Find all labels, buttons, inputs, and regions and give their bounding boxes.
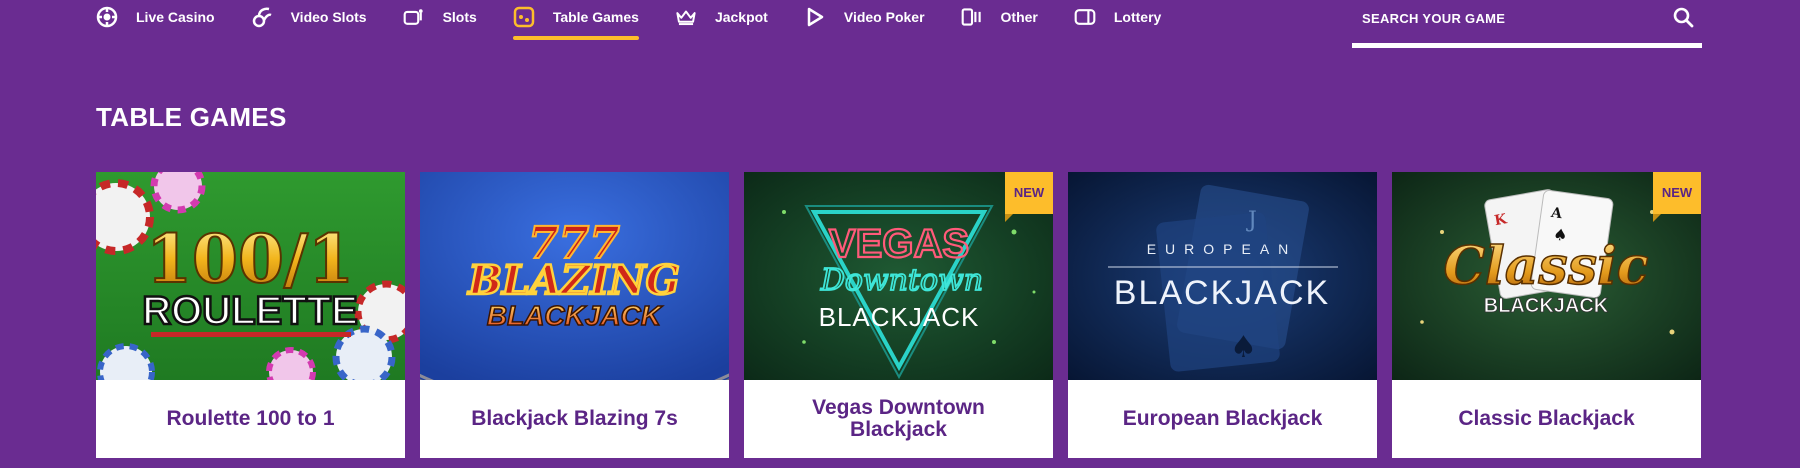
game-title: Roulette 100 to 1: [166, 407, 335, 430]
other-icon: [961, 6, 983, 28]
page-title: TABLE GAMES: [96, 102, 287, 132]
nav-item-slots[interactable]: Slots: [403, 0, 477, 34]
game-title: European Blackjack: [1122, 407, 1323, 430]
nav-item-jackpot[interactable]: Jackpot: [675, 0, 768, 34]
nav-item-other[interactable]: Other: [961, 0, 1038, 34]
category-nav: Live Casino Video Slots Slots Table Game…: [96, 0, 1197, 40]
play-icon: [804, 6, 826, 28]
table-games-icon: [513, 6, 535, 28]
game-thumbnail: 777 BLAZING BLACKJACK: [420, 172, 729, 380]
nav-item-live-casino[interactable]: Live Casino: [96, 0, 215, 34]
search-bar: [1352, 0, 1702, 48]
slots-icon: [403, 6, 425, 28]
art-text: VEGAS: [829, 222, 969, 266]
art-text: BLACKJACK: [1114, 274, 1330, 312]
svg-text:J: J: [1246, 208, 1257, 233]
nav-label: Jackpot: [714, 9, 768, 25]
game-title: Classic Blackjack: [1458, 407, 1635, 430]
nav-label: Lottery: [1113, 9, 1162, 25]
nav-label: Video Slots: [290, 9, 367, 25]
search-input[interactable]: [1362, 6, 1662, 30]
art-text: Downtown: [820, 263, 983, 298]
search-icon[interactable]: [1672, 6, 1694, 28]
video-slots-icon: [251, 6, 273, 28]
nav-label: Video Poker: [843, 9, 925, 25]
art-text: BLACKJACK: [1484, 295, 1609, 317]
game-thumbnail: VEGAS Downtown BLACKJACK NEW: [744, 172, 1053, 380]
nav-label: Other: [1000, 9, 1038, 25]
nav-label: Slots: [442, 9, 477, 25]
crown-icon: [675, 6, 697, 28]
game-thumbnail: J ♠ EUROPEAN BLACKJACK: [1068, 172, 1377, 380]
art-text: BLACKJACK: [819, 302, 980, 332]
art-text: EUROPEAN: [1147, 241, 1298, 257]
game-thumbnail: 100/1 ROULETTE: [96, 172, 405, 380]
nav-label: Table Games: [552, 9, 639, 25]
live-casino-icon: [96, 6, 118, 28]
art-text: BLAZING: [467, 257, 680, 304]
new-badge: NEW: [1653, 172, 1701, 222]
art-text: BLACKJACK: [487, 300, 663, 331]
new-badge: NEW: [1005, 172, 1053, 222]
nav-item-table-games[interactable]: Table Games: [512, 0, 640, 40]
nav-label: Live Casino: [136, 9, 215, 25]
game-title: Vegas Downtown Blackjack: [812, 396, 985, 441]
game-card[interactable]: 100/1 ROULETTE Roulette 100 to 1: [96, 172, 405, 458]
game-title: Blackjack Blazing 7s: [471, 407, 678, 430]
game-card[interactable]: J ♠ EUROPEAN BLACKJACK European Blackjac…: [1068, 172, 1377, 458]
art-text: 100/1: [146, 220, 354, 298]
nav-item-video-slots[interactable]: Video Slots: [251, 0, 367, 34]
game-thumbnail: K A ♠ Classic BLACKJACK NEW: [1392, 172, 1701, 380]
game-grid: 100/1 ROULETTE Roulette 100 to 1 777 BLA…: [96, 172, 1701, 458]
lottery-icon: [1074, 6, 1096, 28]
art-text: Classic: [1444, 236, 1649, 297]
game-card[interactable]: 777 BLAZING BLACKJACK Blackjack Blazing …: [420, 172, 729, 458]
game-card[interactable]: K A ♠ Classic BLACKJACK NEW Classic Blac…: [1392, 172, 1701, 458]
svg-text:♠: ♠: [1230, 330, 1257, 365]
art-text: ROULETTE: [142, 289, 358, 333]
nav-item-lottery[interactable]: Lottery: [1074, 0, 1161, 34]
nav-item-video-poker[interactable]: Video Poker: [804, 0, 925, 34]
game-card[interactable]: VEGAS Downtown BLACKJACK NEW Vegas Downt…: [744, 172, 1053, 458]
